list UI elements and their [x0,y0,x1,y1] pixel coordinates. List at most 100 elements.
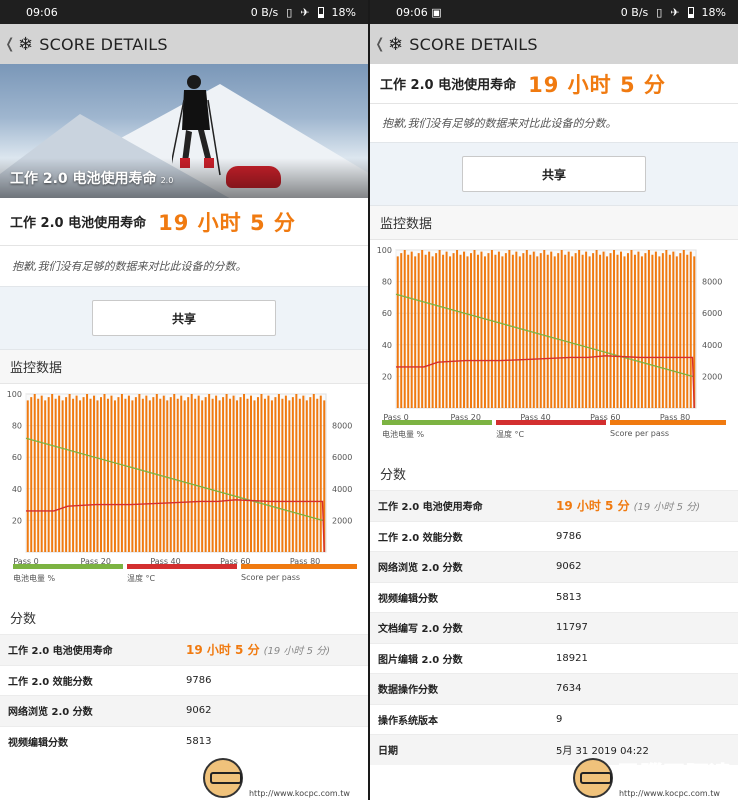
y-left-tick-label: 80 [382,278,392,287]
score-row: 视频编辑分数 5813 [0,725,368,757]
legend-temp: 温度 °C [496,420,606,440]
airplane-icon: ✈ [300,5,310,19]
battery-icon [317,6,324,18]
right-screen: 09:06 ▣ 0 B/s ▯ ✈ 18% ❬ ❄ SCORE DETAILS … [370,0,738,800]
hero-image: 工作 2.0 电池使用寿命 2.0 [0,64,368,198]
monitor-chart: 100 80 60 40 20 8000 6000 4000 2000 Pass 0 Pass 20… [370,240,738,420]
network-speed: 0 B/s [620,5,649,19]
battery-icon [687,6,694,18]
legend-temp: 温度 °C [127,564,237,584]
mascot-icon [572,757,613,798]
legend-score: Score per pass [241,564,357,582]
back-chevron-icon[interactable]: ❬ [4,36,16,52]
y-left-tick-label: 40 [382,341,392,350]
y-right-tick-label: 8000 [702,278,722,287]
plot-area [25,393,327,553]
watermark: 電腦王阿達 http://www.kocpc.com.tw [202,757,362,798]
legend-score: Score per pass [610,420,726,438]
snowflake-icon: ❄ [17,33,34,55]
mascot-icon [202,757,243,798]
x-tick-label: Pass 80 [290,557,320,564]
score-row: 数据操作分数 7634 [370,673,738,704]
y-right-tick-label: 4000 [702,341,722,350]
status-time: 09:06 [26,5,58,19]
result-row: 工作 2.0 电池使用寿命 19 小时 5 分 [370,64,738,104]
x-tick-label: Pass 40 [150,557,180,564]
monitor-chart-svg: 100 80 60 40 20 8000 6000 4000 2000 Pass 0 Pass 20… [377,246,723,420]
y-left-tick-label: 80 [12,422,22,431]
score-row: 操作系统版本 9 [370,703,738,735]
result-label: 工作 2.0 电池使用寿命 [380,78,517,93]
scores-title: 分数 [0,600,368,634]
x-tick-label: Pass 60 [220,557,250,564]
battery-level: 18% [331,5,356,19]
score-row: 网络浏览 2.0 分数 9062 [0,695,368,726]
score-row: 网络浏览 2.0 分数 9062 [370,551,738,582]
scores-table: 工作 2.0 电池使用寿命 19 小时 5 分 (19 小时 5 分) 工作 2.0… [370,490,738,765]
status-bar: 09:06 0 B/s ▯ ✈ 18% [0,0,368,24]
plot-area [395,249,697,409]
y-right-tick-label: 2000 [332,516,352,525]
page-title: SCORE DETAILS [409,34,538,54]
x-tick-label: Pass 20 [451,413,481,420]
result-row: 工作 2.0 电池使用寿命 19 小时 5 分 [0,198,368,246]
back-chevron-icon[interactable]: ❬ [374,36,386,52]
y-right-tick-label: 2000 [702,372,722,381]
chart-legend: 电池电量 % 温度 °C Score per pass [0,564,368,600]
legend-battery: 电池电量 % [13,564,123,584]
y-left-tick-label: 60 [12,453,22,462]
share-area: 共享 [370,142,738,206]
score-row: 工作 2.0 电池使用寿命 19 小时 5 分 (19 小时 5 分) [0,634,368,665]
no-compare-note: 抱歉,我们没有足够的数据来对比此设备的分数。 [0,246,368,286]
x-tick-label: Pass 0 [13,557,38,564]
y-left-tick-label: 100 [7,390,22,399]
vibrate-icon: ▯ [286,5,293,19]
y-left-tick-label: 60 [382,309,392,318]
battery-level: 18% [701,5,726,19]
share-button[interactable]: 共享 [462,156,646,192]
status-time: 09:06 [396,5,428,19]
y-left-tick-label: 100 [377,246,392,255]
app-bar: ❬ ❄ SCORE DETAILS [0,24,368,64]
score-row: 文档编写 2.0 分数 11797 [370,612,738,643]
share-button[interactable]: 共享 [92,300,276,336]
share-area: 共享 [0,286,368,350]
x-tick-label: Pass 20 [81,557,111,564]
score-row: 工作 2.0 效能分数 9786 [0,664,368,696]
status-bar: 09:06 ▣ 0 B/s ▯ ✈ 18% [370,0,738,24]
network-speed: 0 B/s [250,5,279,19]
result-value: 19 小时 5 分 [158,210,296,235]
y-left-tick-label: 40 [12,485,22,494]
app-bar: ❬ ❄ SCORE DETAILS [370,24,738,64]
left-screen: 09:06 0 B/s ▯ ✈ 18% ❬ ❄ SCORE DETAILS 工作… [0,0,368,800]
vibrate-icon: ▯ [656,5,663,19]
result-value: 19 小时 5 分 [528,72,666,97]
y-left-tick-label: 20 [382,372,392,381]
y-right-tick-label: 8000 [332,422,352,431]
y-right-tick-label: 6000 [702,309,722,318]
legend-battery: 电池电量 % [382,420,492,440]
monitor-title: 监控数据 [0,350,368,384]
scores-table: 工作 2.0 电池使用寿命 19 小时 5 分 (19 小时 5 分) 工作 2.0… [0,634,368,756]
x-tick-label: Pass 60 [590,413,620,420]
image-icon: ▣ [431,5,442,19]
score-row: 图片编辑 2.0 分数 18921 [370,642,738,674]
snowflake-icon: ❄ [387,33,404,55]
x-tick-label: Pass 40 [520,413,550,420]
y-right-tick-label: 4000 [332,485,352,494]
score-row: 工作 2.0 效能分数 9786 [370,520,738,552]
airplane-icon: ✈ [670,5,680,19]
page-title: SCORE DETAILS [39,34,168,54]
watermark: 電腦王阿達 http://www.kocpc.com.tw [572,757,732,798]
monitor-chart: 100 80 60 40 20 8000 6000 4000 2000 Pass 0 Pass 20… [0,384,368,564]
y-left-tick-label: 20 [12,516,22,525]
result-label: 工作 2.0 电池使用寿命 [10,216,147,231]
scores-title: 分数 [370,456,738,490]
score-row: 视频编辑分数 5813 [370,581,738,613]
score-row: 工作 2.0 电池使用寿命 19 小时 5 分 (19 小时 5 分) [370,490,738,521]
x-tick-label: Pass 0 [383,413,408,420]
no-compare-note: 抱歉,我们没有足够的数据来对比此设备的分数。 [370,104,738,142]
y-right-tick-label: 6000 [332,453,352,462]
x-tick-label: Pass 80 [660,413,690,420]
hero-caption: 工作 2.0 电池使用寿命 2.0 [10,171,174,187]
